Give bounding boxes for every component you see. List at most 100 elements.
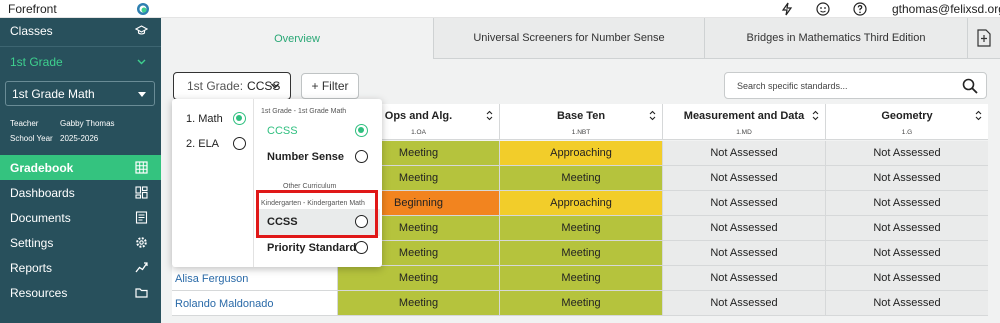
dashboard-icon — [135, 186, 148, 199]
sidebar-item-documents[interactable]: Documents — [0, 205, 161, 230]
sidebar-classes[interactable]: Classes — [0, 18, 161, 43]
sidebar: Classes 1st Grade 1st Grade Math Teacher… — [0, 18, 161, 323]
sidebar-item-label: Reports — [10, 260, 53, 275]
grade-cell[interactable]: Not Assessed — [662, 241, 825, 266]
sort-icon[interactable] — [649, 110, 656, 121]
user-email[interactable]: gthomas@felixsd.org — [892, 2, 1000, 16]
grid-icon — [135, 161, 148, 174]
chevron-down-icon — [271, 83, 279, 89]
grade-cell[interactable]: Not Assessed — [662, 266, 825, 291]
student-name-link[interactable]: Rolando Maldonado — [175, 291, 273, 316]
option-number-sense-radio[interactable] — [355, 150, 368, 163]
subject-option-math[interactable]: 1. Math — [186, 113, 223, 125]
subject-list: 1. Math 2. ELA — [172, 99, 254, 267]
grade-cell[interactable]: Not Assessed — [825, 291, 988, 316]
grade-cell[interactable]: Not Assessed — [825, 266, 988, 291]
tab-overview[interactable]: Overview — [161, 18, 433, 59]
grade-cell[interactable]: Not Assessed — [825, 166, 988, 191]
column-header-base-ten[interactable]: Base Ten 1.NBT — [499, 104, 662, 140]
option-ccss-radio[interactable] — [355, 124, 368, 137]
grade-cell[interactable]: Approaching — [499, 191, 662, 216]
option-priority-standards-radio[interactable] — [355, 241, 368, 254]
sidebar-item-settings[interactable]: Settings — [0, 230, 161, 255]
top-bar: Forefront gthomas@felixsd.org — [0, 0, 1000, 18]
sort-icon[interactable] — [975, 110, 982, 121]
grade-cell[interactable]: Meeting — [337, 266, 499, 291]
graduation-cap-icon — [135, 25, 148, 35]
sidebar-item-dashboards[interactable]: Dashboards — [0, 180, 161, 205]
help-icon[interactable] — [853, 2, 867, 16]
grade-cell[interactable]: Meeting — [499, 241, 662, 266]
subject-math-radio[interactable] — [233, 112, 246, 125]
sidebar-item-resources[interactable]: Resources — [0, 280, 161, 305]
sidebar-item-label: Dashboards — [10, 185, 75, 200]
sidebar-grade[interactable]: 1st Grade — [0, 49, 161, 74]
tab-export[interactable] — [967, 18, 1000, 59]
student-name-link[interactable]: Alisa Ferguson — [175, 266, 248, 291]
group-label-other: Other Curriculum — [283, 183, 337, 190]
class-select[interactable]: 1st Grade Math — [5, 81, 155, 106]
grade-cell[interactable]: Not Assessed — [662, 141, 825, 166]
grade-cell[interactable]: Meeting — [337, 291, 499, 316]
sidebar-item-reports[interactable]: Reports — [0, 255, 161, 280]
chevron-down-icon — [137, 59, 146, 65]
standard-select[interactable]: 1st Grade: CCSS — [173, 72, 291, 100]
grade-cell[interactable]: Meeting — [499, 266, 662, 291]
grade-cell[interactable]: Not Assessed — [662, 166, 825, 191]
school-year-value: 2025-2026 — [60, 134, 99, 143]
sort-icon[interactable] — [812, 110, 819, 121]
column-header-geometry[interactable]: Geometry 1.G — [825, 104, 988, 140]
column-code: 1.G — [901, 129, 913, 136]
subject-option-ela[interactable]: 2. ELA — [186, 138, 219, 150]
class-select-value: 1st Grade Math — [12, 86, 95, 101]
option-priority-standards[interactable]: Priority Standards — [267, 242, 362, 254]
bolt-icon[interactable] — [780, 2, 794, 16]
sidebar-classes-label: Classes — [10, 23, 53, 38]
gear-icon — [136, 237, 147, 248]
sidebar-grade-label: 1st Grade — [10, 54, 63, 69]
grade-cell[interactable]: Approaching — [499, 141, 662, 166]
sidebar-divider — [0, 46, 161, 47]
sidebar-item-gradebook[interactable]: Gradebook — [0, 155, 161, 180]
sidebar-item-label: Gradebook — [10, 160, 74, 175]
column-header-measurement-and-data[interactable]: Measurement and Data 1.MD — [662, 104, 825, 140]
sidebar-item-label: Documents — [10, 210, 71, 225]
grade-cell[interactable]: Meeting — [499, 166, 662, 191]
grade-cell[interactable]: Not Assessed — [662, 216, 825, 241]
trend-icon — [135, 262, 148, 273]
sidebar-item-label: Settings — [10, 235, 54, 250]
column-code: 1.MD — [736, 129, 752, 136]
forefront-logo-icon — [137, 3, 149, 15]
teacher-name: Gabby Thomas — [60, 119, 115, 128]
tab-bar: Overview Universal Screeners for Number … — [161, 18, 1000, 59]
caret-down-icon — [138, 92, 146, 97]
filter-button[interactable]: + Filter — [301, 73, 359, 99]
tab-universal-screeners[interactable]: Universal Screeners for Number Sense — [433, 18, 704, 59]
sidebar-item-label: Resources — [10, 285, 68, 300]
tab-bridges-in-mathematics[interactable]: Bridges in Mathematics Third Edition — [704, 18, 967, 59]
search-icon[interactable] — [962, 78, 978, 94]
grade-cell[interactable]: Meeting — [499, 291, 662, 316]
grade-cell[interactable]: Not Assessed — [825, 141, 988, 166]
search-box[interactable]: Search specific standards... — [724, 72, 987, 99]
grade-cell[interactable]: Not Assessed — [825, 241, 988, 266]
column-title: Geometry — [881, 110, 933, 122]
grade-cell[interactable]: Meeting — [499, 216, 662, 241]
face-icon[interactable] — [816, 2, 830, 16]
grade-cell[interactable]: Not Assessed — [662, 291, 825, 316]
option-ccss[interactable]: CCSS — [267, 125, 298, 137]
search-input[interactable]: Search specific standards... — [737, 81, 848, 91]
document-icon — [135, 211, 148, 224]
grade-cell[interactable]: Not Assessed — [662, 191, 825, 216]
export-icon — [977, 29, 991, 47]
folder-icon — [135, 288, 148, 298]
grade-cell[interactable]: Not Assessed — [825, 191, 988, 216]
column-code: 1.NBT — [571, 129, 591, 136]
group-label-primary: 1st Grade - 1st Grade Math — [261, 108, 347, 115]
standard-select-prefix: 1st Grade: — [187, 79, 244, 93]
subject-ela-radio[interactable] — [233, 137, 246, 150]
sort-icon[interactable] — [486, 110, 493, 121]
grade-cell[interactable]: Not Assessed — [825, 216, 988, 241]
column-title: Measurement and Data — [683, 110, 805, 122]
option-number-sense[interactable]: Number Sense — [267, 151, 344, 163]
